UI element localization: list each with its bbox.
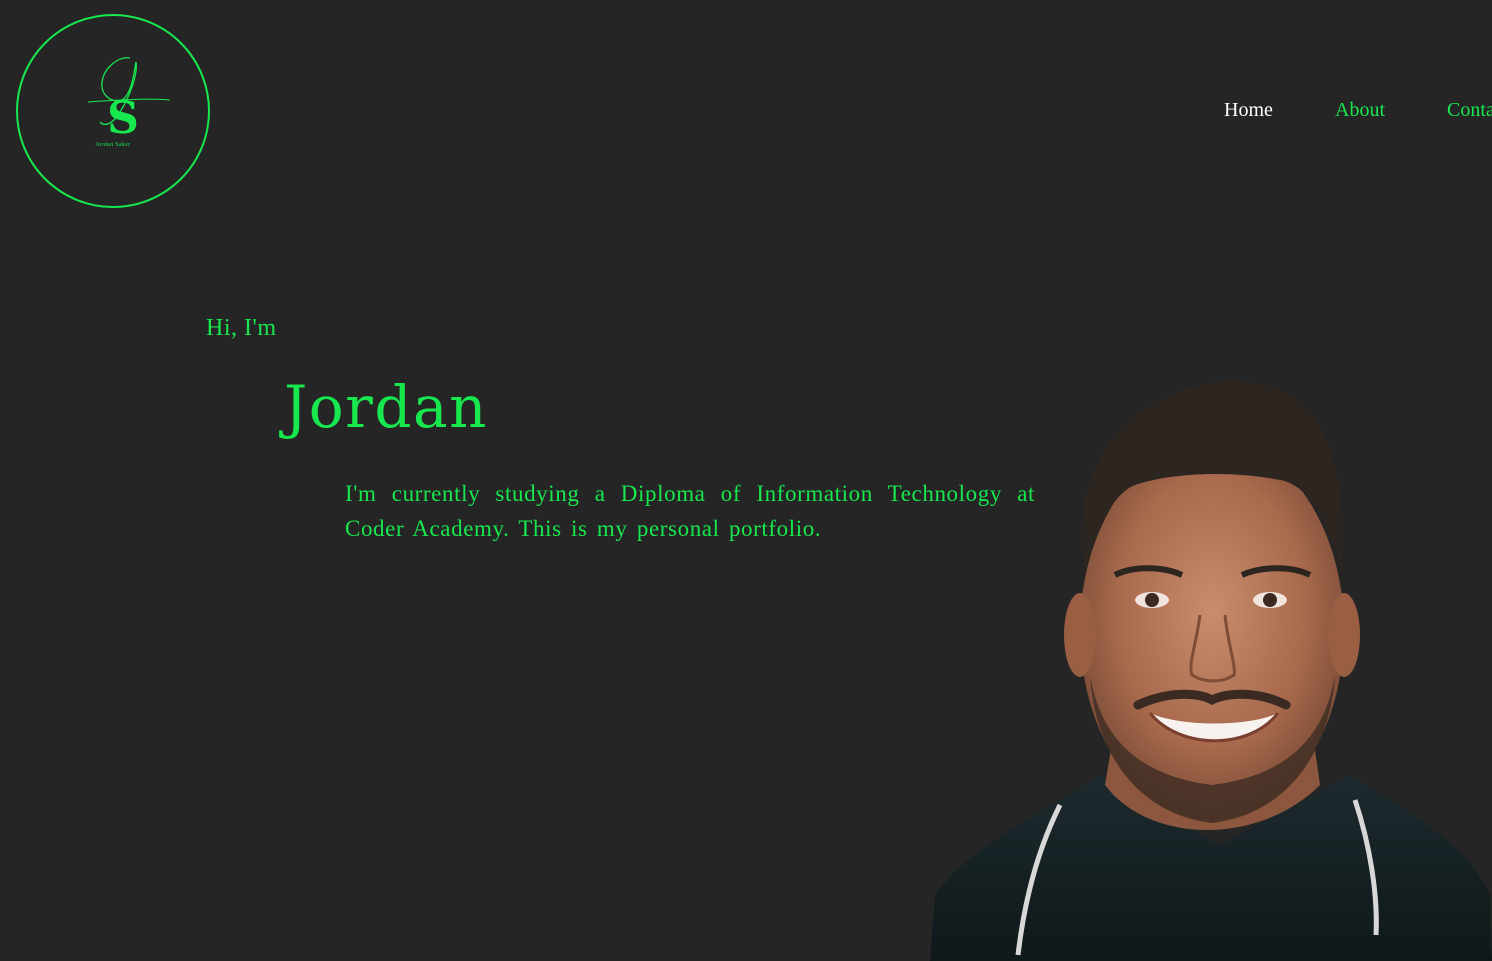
nav-home-link[interactable]: Home [1224, 99, 1273, 122]
hero-name: Jordan [284, 373, 488, 441]
nav-about-link[interactable]: About [1335, 99, 1385, 122]
logo-caption: Jordan Saker [95, 142, 131, 148]
page: S Jordan Saker Home About Conta Hi, I'm … [0, 0, 1492, 961]
hero-greeting: Hi, I'm [206, 315, 277, 341]
monogram-logo-icon: S [87, 57, 171, 144]
site-logo[interactable]: S Jordan Saker [16, 14, 210, 208]
portrait-photo [930, 381, 1492, 961]
nav-contact-link[interactable]: Conta [1447, 99, 1492, 122]
svg-text:S: S [107, 93, 139, 144]
